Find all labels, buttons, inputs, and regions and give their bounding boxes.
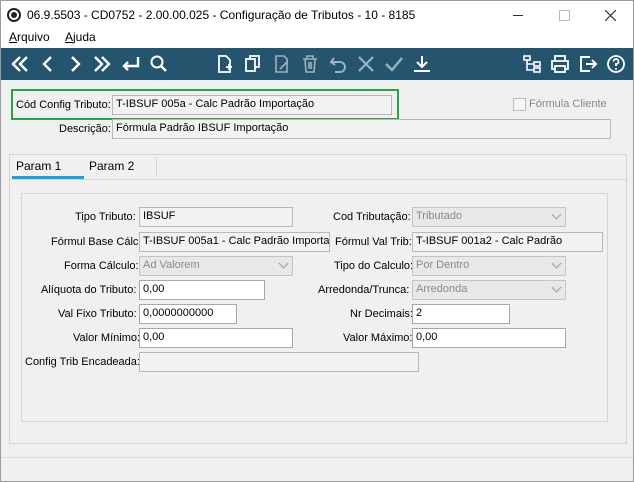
cod-tributacao-label: Cod Tributação: <box>333 211 411 223</box>
chevron-down-icon <box>551 209 562 220</box>
tipo-calculo-select[interactable]: Por Dentro <box>412 256 566 276</box>
val-fixo-field[interactable]: 0,0000000000 <box>139 304 237 324</box>
edit-button[interactable] <box>269 51 295 77</box>
confirm-button[interactable] <box>381 51 407 77</box>
val-fixo-label: Val Fixo Tributo: <box>58 308 137 320</box>
next-record-button[interactable] <box>62 51 88 77</box>
minimize-button[interactable] <box>495 1 541 29</box>
search-icon <box>150 55 167 72</box>
new-button[interactable] <box>212 51 238 77</box>
last-record-button[interactable] <box>89 51 115 77</box>
return-button[interactable] <box>118 51 144 77</box>
last-icon <box>94 56 111 72</box>
formula-cliente-label: Fórmula Cliente <box>529 98 607 110</box>
tipo-tributo-field[interactable]: IBSUF <box>139 207 293 227</box>
tipo-tributo-label: Tipo Tributo: <box>75 211 136 223</box>
print-button[interactable] <box>547 51 573 77</box>
menu-bar: Arquivo Ajuda <box>1 29 633 48</box>
exit-button[interactable] <box>575 51 601 77</box>
delete-icon <box>303 55 317 73</box>
new-icon <box>218 55 232 73</box>
window-title: 06.9.5503 - CD0752 - 2.00.00.025 - Confi… <box>27 8 416 22</box>
copy-button[interactable] <box>240 51 266 77</box>
help-button[interactable] <box>603 51 629 77</box>
descricao-label: Descrição: <box>59 123 111 135</box>
close-button[interactable] <box>587 1 633 29</box>
descricao-field[interactable]: Fórmula Padrão IBSUF Importação <box>112 119 611 139</box>
copy-icon <box>245 55 260 72</box>
maximize-button[interactable] <box>541 1 587 29</box>
tab-strip-divider <box>9 179 627 180</box>
config-trib-field[interactable] <box>139 352 419 372</box>
tree-button[interactable] <box>519 51 545 77</box>
forma-calculo-label: Forma Cálculo: <box>64 260 139 272</box>
tab-param-2[interactable]: Param 2 <box>89 159 134 179</box>
app-window: 06.9.5503 - CD0752 - 2.00.00.025 - Confi… <box>0 0 634 482</box>
config-trib-label: Config Trib Encadeada: <box>25 356 140 368</box>
title-bar: 06.9.5503 - CD0752 - 2.00.00.025 - Confi… <box>1 1 633 29</box>
formul-base-field[interactable]: T-IBSUF 005a1 - Calc Padrão Importaç <box>139 232 330 252</box>
status-bar <box>1 457 633 481</box>
valor-maximo-label: Valor Máximo: <box>343 332 413 344</box>
arredonda-label: Arredonda/Trunca: <box>318 284 410 296</box>
edit-icon <box>275 55 289 73</box>
undo-icon <box>329 57 346 73</box>
formul-base-label: Fórmul Base Cálc: <box>51 236 142 248</box>
forma-calculo-value: Ad Valorem <box>143 259 200 271</box>
toolbar <box>1 48 633 80</box>
valor-minimo-label: Valor Mínimo: <box>73 332 141 344</box>
menu-ajuda[interactable]: Ajuda <box>65 30 96 44</box>
menu-arquivo[interactable]: Arquivo <box>9 30 50 44</box>
cod-config-label: Cód Config Tributo: <box>16 99 111 111</box>
tree-icon <box>523 55 541 73</box>
arredonda-select[interactable]: Arredonda <box>412 280 566 300</box>
close-icon <box>604 9 616 21</box>
cod-config-field[interactable]: T-IBSUF 005a - Calc Padrão Importação <box>112 95 392 115</box>
help-icon <box>607 55 625 73</box>
formula-cliente-checkbox[interactable] <box>513 98 526 111</box>
cod-tributacao-value: Tributado <box>416 210 463 222</box>
tipo-calculo-label: Tipo do Calculo: <box>334 260 414 272</box>
print-icon <box>551 55 569 73</box>
cancel-button[interactable] <box>353 51 379 77</box>
nr-decimais-label: Nr Decimais: <box>350 308 413 320</box>
download-icon <box>414 56 430 72</box>
tipo-calculo-value: Por Dentro <box>416 259 470 271</box>
return-icon <box>122 57 140 71</box>
cancel-icon <box>358 56 374 72</box>
valor-minimo-field[interactable]: 0,00 <box>139 328 293 348</box>
delete-button[interactable] <box>297 51 323 77</box>
valor-maximo-field[interactable]: 0,00 <box>412 328 566 348</box>
confirm-icon <box>385 57 403 72</box>
forma-calculo-select[interactable]: Ad Valorem <box>139 256 293 276</box>
previous-record-button[interactable] <box>35 51 61 77</box>
aliquota-field[interactable]: 0,00 <box>139 280 265 300</box>
formul-val-field[interactable]: T-IBSUF 001a2 - Calc Padrão <box>412 232 603 252</box>
aliquota-label: Alíquota do Tributo: <box>41 284 137 296</box>
undo-button[interactable] <box>325 51 351 77</box>
first-icon <box>11 56 28 72</box>
formul-val-label: Fórmul Val Trib: <box>335 236 412 248</box>
search-button[interactable] <box>146 51 172 77</box>
nr-decimais-field[interactable]: 2 <box>412 304 510 324</box>
app-logo-icon <box>7 8 21 22</box>
cod-tributacao-select[interactable]: Tributado <box>412 207 566 227</box>
chevron-down-icon <box>551 282 562 293</box>
download-button[interactable] <box>409 51 435 77</box>
chevron-down-icon <box>551 258 562 269</box>
tab-separator <box>156 157 157 176</box>
next-icon <box>71 56 81 72</box>
previous-icon <box>42 56 52 72</box>
exit-icon <box>580 56 598 72</box>
first-record-button[interactable] <box>7 51 33 77</box>
chevron-down-icon <box>278 258 289 269</box>
arredonda-value: Arredonda <box>416 283 468 295</box>
